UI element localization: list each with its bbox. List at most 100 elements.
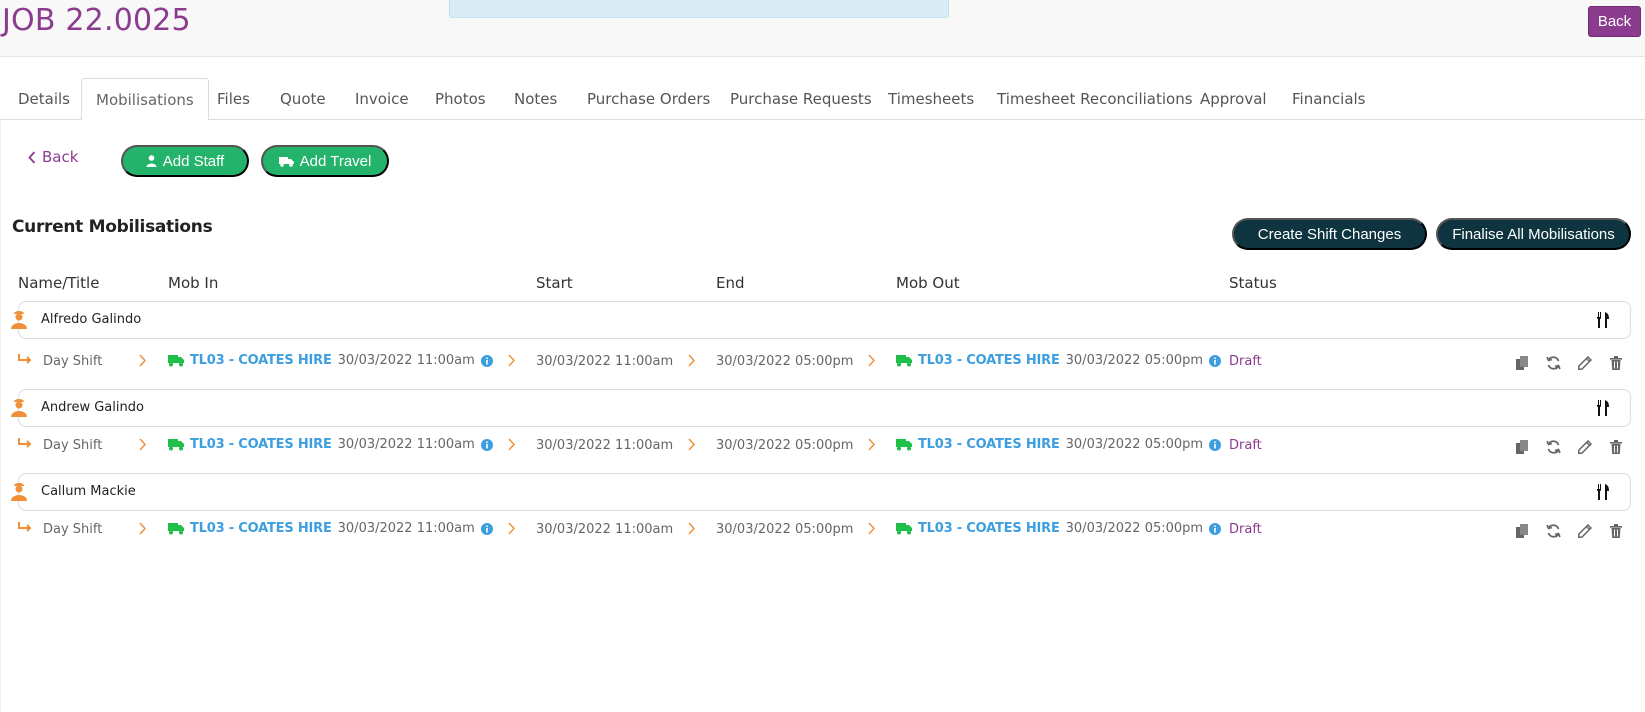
person-name: Alfredo Galindo <box>41 312 142 327</box>
add-travel-label: Add Travel <box>299 152 372 170</box>
finalise-all-mobilisations-button[interactable]: Finalise All Mobilisations <box>1436 218 1631 250</box>
column-header-mob-out: Mob Out <box>896 274 960 292</box>
top-bar: JOB 22.0025 Back <box>0 0 1645 57</box>
mob-out-vehicle-link[interactable]: TL03 - COATES HIRE <box>918 521 1060 536</box>
tab-invoice[interactable]: Invoice <box>355 78 409 120</box>
column-header-status: Status <box>1229 274 1277 292</box>
shift-label: Day Shift <box>43 354 103 369</box>
status-badge: Draft <box>1229 354 1262 369</box>
chevron-right-icon <box>688 522 695 535</box>
start-datetime: 30/03/2022 11:00am <box>536 522 674 537</box>
chevron-right-icon <box>508 522 515 535</box>
mob-out-datetime: 30/03/2022 05:00pm <box>1065 353 1204 368</box>
refresh-icon[interactable] <box>1546 440 1561 454</box>
tab-notes[interactable]: Notes <box>514 78 557 120</box>
trash-icon[interactable] <box>1610 524 1622 538</box>
shift-row: Day Shift TL03 - COATES HIRE 30/03/2022 … <box>0 432 1645 462</box>
info-icon[interactable] <box>1209 438 1222 451</box>
mob-out-vehicle-link[interactable]: TL03 - COATES HIRE <box>918 437 1060 452</box>
mob-out-cell: TL03 - COATES HIRE 30/03/2022 05:00pm <box>896 521 1222 536</box>
mob-out-cell: TL03 - COATES HIRE 30/03/2022 05:00pm <box>896 353 1222 368</box>
pencil-icon[interactable] <box>1578 356 1592 370</box>
truck-icon <box>896 438 912 450</box>
tab-financials[interactable]: Financials <box>1292 78 1366 120</box>
column-header-start: Start <box>536 274 573 292</box>
end-datetime: 30/03/2022 05:00pm <box>716 522 854 537</box>
person-icon <box>146 155 157 167</box>
person-icon <box>11 311 27 329</box>
pencil-icon[interactable] <box>1578 440 1592 454</box>
column-header-name: Name/Title <box>18 274 100 292</box>
info-icon[interactable] <box>480 522 493 535</box>
column-header-end: End <box>716 274 745 292</box>
refresh-icon[interactable] <box>1546 524 1561 538</box>
job-title: JOB 22.0025 <box>2 3 191 38</box>
truck-icon <box>896 354 912 366</box>
mob-out-vehicle-link[interactable]: TL03 - COATES HIRE <box>918 353 1060 368</box>
tab-quote[interactable]: Quote <box>280 78 326 120</box>
back-link-label: Back <box>42 148 79 166</box>
trash-icon[interactable] <box>1610 440 1622 454</box>
info-icon[interactable] <box>480 354 493 367</box>
start-datetime: 30/03/2022 11:00am <box>536 354 674 369</box>
person-name: Andrew Galindo <box>41 400 144 415</box>
tab-timesheet-reconciliations[interactable]: Timesheet Reconciliations <box>997 78 1193 120</box>
add-staff-button[interactable]: Add Staff <box>121 145 249 177</box>
chevron-right-icon <box>868 522 875 535</box>
chevron-right-icon <box>868 438 875 451</box>
pencil-icon[interactable] <box>1578 524 1592 538</box>
tab-timesheets[interactable]: Timesheets <box>888 78 974 120</box>
end-datetime: 30/03/2022 05:00pm <box>716 438 854 453</box>
chevron-right-icon <box>688 354 695 367</box>
header-back-button[interactable]: Back <box>1588 6 1641 37</box>
tab-purchase-orders[interactable]: Purchase Orders <box>587 78 710 120</box>
person-row[interactable]: Callum Mackie <box>11 473 1631 511</box>
add-travel-button[interactable]: Add Travel <box>261 145 389 177</box>
shift-row: Day Shift TL03 - COATES HIRE 30/03/2022 … <box>0 516 1645 546</box>
mob-in-vehicle-link[interactable]: TL03 - COATES HIRE <box>190 437 332 452</box>
info-icon[interactable] <box>1209 522 1222 535</box>
mob-in-cell: TL03 - COATES HIRE 30/03/2022 11:00am <box>168 437 493 452</box>
column-header-mob-in: Mob In <box>168 274 219 292</box>
mob-in-datetime: 30/03/2022 11:00am <box>337 521 475 536</box>
person-row[interactable]: Andrew Galindo <box>11 389 1631 427</box>
end-datetime: 30/03/2022 05:00pm <box>716 354 854 369</box>
tab-details[interactable]: Details <box>18 78 70 120</box>
mob-in-vehicle-link[interactable]: TL03 - COATES HIRE <box>190 353 332 368</box>
start-datetime: 30/03/2022 11:00am <box>536 438 674 453</box>
info-icon[interactable] <box>1209 354 1222 367</box>
shift-label: Day Shift <box>43 522 103 537</box>
cutlery-icon[interactable] <box>1596 484 1610 500</box>
copy-icon[interactable] <box>1516 524 1529 538</box>
status-badge: Draft <box>1229 522 1262 537</box>
copy-icon[interactable] <box>1516 440 1529 454</box>
info-icon[interactable] <box>480 438 493 451</box>
person-icon <box>11 483 27 501</box>
mob-in-cell: TL03 - COATES HIRE 30/03/2022 11:00am <box>168 353 493 368</box>
trash-icon[interactable] <box>1610 356 1622 370</box>
chevron-right-icon <box>868 354 875 367</box>
truck-icon <box>168 354 184 366</box>
tab-bar: Details Mobilisations Files Quote Invoic… <box>0 78 1645 121</box>
mob-out-datetime: 30/03/2022 05:00pm <box>1065 437 1204 452</box>
arrow-right-turn-icon <box>18 438 32 448</box>
person-name: Callum Mackie <box>41 484 136 499</box>
mob-in-cell: TL03 - COATES HIRE 30/03/2022 11:00am <box>168 521 493 536</box>
mob-in-vehicle-link[interactable]: TL03 - COATES HIRE <box>190 521 332 536</box>
copy-icon[interactable] <box>1516 356 1529 370</box>
cutlery-icon[interactable] <box>1596 312 1610 328</box>
tab-mobilisations[interactable]: Mobilisations <box>81 78 209 121</box>
arrow-right-turn-icon <box>18 354 32 364</box>
section-title: Current Mobilisations <box>12 217 213 237</box>
tab-photos[interactable]: Photos <box>435 78 486 120</box>
cutlery-icon[interactable] <box>1596 400 1610 416</box>
status-badge: Draft <box>1229 438 1262 453</box>
tab-purchase-requests[interactable]: Purchase Requests <box>730 78 872 120</box>
create-shift-changes-button[interactable]: Create Shift Changes <box>1232 218 1427 250</box>
tab-approval[interactable]: Approval <box>1200 78 1267 120</box>
person-row[interactable]: Alfredo Galindo <box>11 301 1631 339</box>
back-link[interactable]: Back <box>28 148 78 166</box>
truck-icon <box>168 522 184 534</box>
tab-files[interactable]: Files <box>217 78 250 120</box>
refresh-icon[interactable] <box>1546 356 1561 370</box>
